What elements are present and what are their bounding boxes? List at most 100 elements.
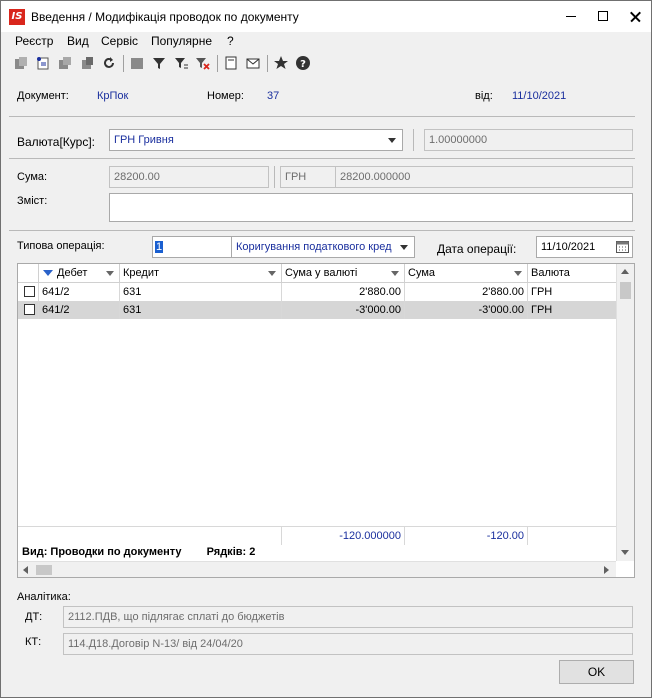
- table-row[interactable]: 641/2 631 2'880.00 2'880.00 ГРН: [18, 283, 616, 301]
- menu-help[interactable]: ?: [227, 34, 234, 48]
- scroll-thumb[interactable]: [620, 282, 631, 299]
- operation-code-value: 1: [155, 241, 164, 253]
- filter-icon[interactable]: [149, 53, 169, 73]
- chevron-down-icon[interactable]: [391, 271, 399, 276]
- operation-name-value: Коригування податкового кред: [236, 241, 392, 253]
- column-header-currency-label: Валюта: [531, 267, 570, 279]
- window-title: Введення / Модифікація проводок по докум…: [31, 10, 299, 24]
- amount-currency-field[interactable]: ГРН: [280, 166, 336, 188]
- menu-registry[interactable]: Реєстр: [15, 34, 53, 48]
- cell-currency: ГРН: [531, 304, 553, 316]
- cell-sum-currency: 2'880.00: [282, 283, 405, 301]
- toolbar-separator: [217, 55, 218, 72]
- ok-button[interactable]: OK: [559, 660, 634, 684]
- scroll-up-icon[interactable]: [621, 269, 629, 274]
- paste-doc-icon[interactable]: [77, 53, 97, 73]
- open-doc-icon[interactable]: [33, 53, 53, 73]
- calendar-icon[interactable]: [616, 240, 629, 257]
- star-icon[interactable]: [271, 53, 291, 73]
- cell-debit: 641/2: [39, 283, 120, 301]
- totals-row: -120.000000 -120.00: [18, 526, 616, 545]
- row-checkbox[interactable]: [24, 304, 35, 315]
- amount-currency-value-field[interactable]: 28200.000000: [335, 166, 633, 188]
- column-header-sum-currency[interactable]: Сума у валюті: [282, 264, 405, 283]
- currency-select[interactable]: ГРН Гривня: [109, 129, 403, 151]
- divider: [274, 166, 275, 188]
- menu-popular[interactable]: Популярне: [151, 34, 212, 48]
- chevron-down-icon[interactable]: [400, 245, 408, 250]
- column-header-debit[interactable]: Дебет: [39, 264, 120, 283]
- amount-field[interactable]: 28200.00: [109, 166, 269, 188]
- totals-spacer: [18, 527, 282, 545]
- menu-service[interactable]: Сервіс: [101, 34, 138, 48]
- maximize-button[interactable]: [587, 1, 619, 32]
- sort-desc-icon: [43, 270, 53, 277]
- chevron-down-icon[interactable]: [388, 138, 396, 143]
- close-button[interactable]: [619, 1, 651, 32]
- cell-credit: 631: [120, 283, 282, 301]
- filter-edit-icon[interactable]: [171, 53, 191, 73]
- operation-code-field[interactable]: 1: [152, 236, 232, 258]
- debit-analytics-field[interactable]: 2112.ПДВ, що підлягає сплаті до бюджетів: [63, 606, 633, 628]
- operation-name-select[interactable]: Коригування податкового кред: [231, 236, 415, 258]
- title-bar[interactable]: IS Введення / Модифікація проводок по до…: [1, 1, 651, 32]
- help-icon[interactable]: ?: [293, 53, 313, 73]
- column-header-check[interactable]: [18, 264, 39, 283]
- clear-filter-icon[interactable]: [193, 53, 213, 73]
- svg-text:?: ?: [300, 59, 306, 70]
- divider: [9, 116, 635, 117]
- operation-date-label: Дата операції:: [437, 242, 517, 256]
- row-checkbox[interactable]: [24, 286, 35, 297]
- divider: [9, 158, 635, 159]
- entries-grid: Дебет Кредит Сума у валюті Сума Валюта 6…: [17, 263, 635, 578]
- column-header-credit[interactable]: Кредит: [120, 264, 282, 283]
- cell-debit: 641/2: [39, 301, 120, 319]
- scroll-down-icon[interactable]: [621, 550, 629, 555]
- chevron-down-icon[interactable]: [106, 271, 114, 276]
- cell-sum-currency: -3'000.00: [282, 301, 405, 319]
- status-view: Вид: Проводки по документу: [22, 546, 182, 558]
- toolbar-separator: [267, 55, 268, 72]
- currency-label: Валюта[Курс]:: [17, 135, 95, 149]
- copy-doc-icon[interactable]: [55, 53, 75, 73]
- page-icon[interactable]: [221, 53, 241, 73]
- credit-analytics-field[interactable]: 114.Д18.Договір N-13/ від 24/04/20: [63, 633, 633, 655]
- content-field[interactable]: [109, 193, 633, 222]
- grid-header: Дебет Кредит Сума у валюті Сума Валюта: [18, 264, 616, 283]
- date-label: від:: [475, 90, 493, 102]
- scroll-thumb[interactable]: [36, 565, 52, 575]
- cell-sum: 2'880.00: [405, 283, 528, 301]
- refresh-icon[interactable]: [99, 53, 119, 73]
- column-header-currency[interactable]: Валюта: [528, 264, 616, 283]
- divider: [9, 230, 635, 231]
- column-header-sum[interactable]: Сума: [405, 264, 528, 283]
- new-doc-icon[interactable]: [11, 53, 31, 73]
- cell-currency: ГРН: [531, 286, 553, 298]
- operation-date-field[interactable]: 11/10/2021: [536, 236, 633, 258]
- mail-icon[interactable]: [243, 53, 263, 73]
- scroll-left-icon[interactable]: [23, 566, 28, 574]
- chevron-down-icon[interactable]: [514, 271, 522, 276]
- scroll-right-icon[interactable]: [604, 566, 609, 574]
- horizontal-scrollbar[interactable]: [18, 561, 616, 577]
- column-header-credit-label: Кредит: [123, 267, 160, 279]
- currency-rate-field[interactable]: 1.00000000: [424, 129, 633, 151]
- number-value: 37: [267, 90, 280, 102]
- cell-credit: 631: [120, 301, 282, 319]
- credit-analytics-label: КТ:: [25, 636, 42, 648]
- date-value: 11/10/2021: [512, 90, 567, 102]
- minimize-button[interactable]: [555, 1, 587, 32]
- row-checkbox-cell: [18, 301, 39, 319]
- table-row[interactable]: 641/2 631 -3'000.00 -3'000.00 ГРН: [18, 301, 616, 319]
- block-icon[interactable]: [127, 53, 147, 73]
- app-logo: IS: [9, 9, 25, 25]
- content-label: Зміст:: [17, 195, 48, 207]
- toolbar-separator: [123, 55, 124, 72]
- status-rows: Рядків: 2: [206, 546, 256, 558]
- chevron-down-icon[interactable]: [268, 271, 276, 276]
- column-header-sum-currency-label: Сума у валюті: [285, 267, 358, 279]
- currency-select-value: ГРН Гривня: [114, 134, 174, 146]
- row-checkbox-cell: [18, 283, 39, 301]
- menu-view[interactable]: Вид: [67, 34, 89, 48]
- vertical-scrollbar[interactable]: [616, 264, 634, 561]
